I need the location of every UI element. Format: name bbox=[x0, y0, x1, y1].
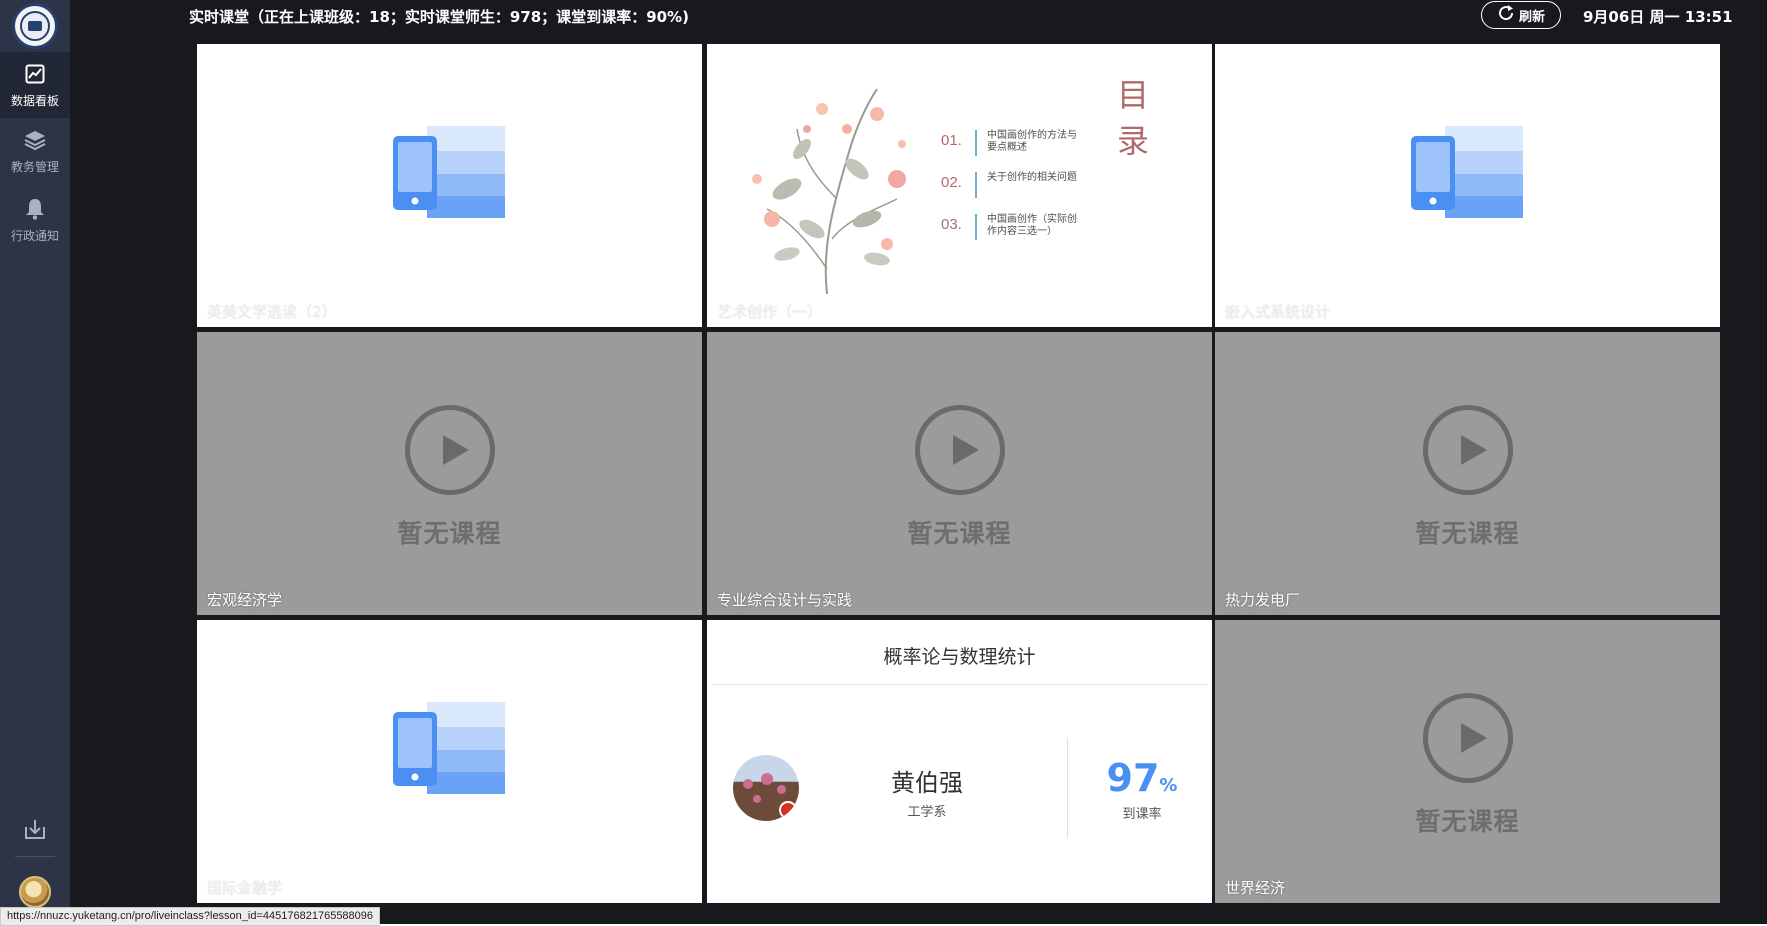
play-triangle bbox=[443, 435, 469, 465]
slide-title: 目 录 bbox=[1117, 76, 1158, 160]
blossom bbox=[743, 779, 753, 789]
bell-icon bbox=[23, 197, 47, 221]
attendance-rate-unit: % bbox=[1159, 775, 1178, 796]
sidebar: 数据看板 教务管理 行政通知 bbox=[0, 0, 70, 924]
play-icon bbox=[1423, 405, 1513, 495]
toc-item: 02. 关于创作的相关问题 bbox=[941, 172, 1082, 198]
course-tile[interactable]: 国际金融学 bbox=[197, 620, 702, 903]
university-seal-icon[interactable] bbox=[12, 3, 58, 49]
course-tile[interactable]: 英美文学选读（2） bbox=[197, 44, 702, 327]
blossom bbox=[777, 785, 786, 794]
toc-bar bbox=[975, 214, 977, 240]
course-title: 概率论与数理统计 bbox=[883, 646, 1036, 668]
blossom bbox=[761, 773, 773, 785]
course-tile[interactable]: 暂无课程 热力发电厂 bbox=[1215, 332, 1720, 615]
no-course-text: 暂无课程 bbox=[1415, 519, 1520, 548]
teacher-name: 黄伯强 bbox=[891, 769, 963, 797]
layers-icon bbox=[23, 128, 47, 152]
no-course-text: 暂无课程 bbox=[907, 519, 1012, 548]
sidebar-item-label: 行政通知 bbox=[10, 228, 59, 243]
card-vertical-divider bbox=[1067, 738, 1068, 838]
tile-caption: 国际金融学 bbox=[207, 879, 283, 897]
datetime: 9月06日 周一 13:51 bbox=[1583, 8, 1733, 26]
document-icon bbox=[393, 126, 505, 218]
toc-text: 中国画创作（实际创作内容三选一） bbox=[987, 214, 1077, 237]
toc-number: 03. bbox=[941, 216, 962, 233]
play-triangle bbox=[953, 435, 979, 465]
seal-inner bbox=[20, 11, 50, 41]
teacher-department: 工学系 bbox=[907, 805, 947, 820]
toc-text: 中国画创作的方法与要点概述 bbox=[987, 130, 1077, 153]
play-icon bbox=[1423, 693, 1513, 783]
refresh-icon bbox=[1497, 4, 1515, 26]
attendance-rate-number: 97 bbox=[1106, 756, 1160, 800]
user-avatar[interactable] bbox=[19, 876, 51, 908]
toc-number: 01. bbox=[941, 132, 962, 149]
attendance-rate-label: 到课率 bbox=[1122, 807, 1162, 822]
tile-caption: 英美文学选读（2） bbox=[207, 303, 337, 321]
toc-text: 关于创作的相关问题 bbox=[987, 172, 1077, 183]
tile-caption: 嵌入式系统设计 bbox=[1225, 303, 1331, 321]
status-bar-url: https://nnuzc.yuketang.cn/pro/liveinclas… bbox=[0, 907, 381, 926]
no-course-text: 暂无课程 bbox=[1415, 807, 1520, 836]
seal-mark bbox=[28, 21, 42, 31]
attendance-rate: 97% bbox=[1087, 756, 1197, 800]
tile-caption: 世界经济 bbox=[1225, 879, 1286, 897]
toc-item: 03. 中国画创作（实际创作内容三选一） bbox=[941, 214, 1082, 240]
play-icon bbox=[405, 405, 495, 495]
tile-caption: 专业综合设计与实践 bbox=[717, 591, 853, 609]
course-tile[interactable]: 嵌入式系统设计 bbox=[1215, 44, 1720, 327]
app-container: 数据看板 教务管理 行政通知 实时课堂（正在上课班级：18；实时课堂师生：978… bbox=[0, 0, 1767, 924]
document-icon bbox=[1411, 126, 1523, 218]
play-triangle bbox=[1461, 723, 1487, 753]
play-triangle bbox=[1461, 435, 1487, 465]
sidebar-divider bbox=[15, 856, 55, 857]
teacher-avatar bbox=[733, 755, 799, 821]
refresh-button[interactable]: 刷新 bbox=[1481, 1, 1561, 29]
sidebar-item-label: 教务管理 bbox=[10, 159, 59, 174]
sidebar-item-label: 数据看板 bbox=[10, 93, 59, 108]
toc-number: 02. bbox=[941, 174, 962, 191]
flower-illustration bbox=[752, 88, 906, 295]
flag-badge-icon bbox=[779, 801, 797, 819]
refresh-label: 刷新 bbox=[1518, 9, 1545, 25]
tile-caption: 热力发电厂 bbox=[1225, 591, 1301, 609]
teacher-card[interactable]: 概率论与数理统计 黄伯强 工学系 97% 到课率 bbox=[707, 620, 1212, 903]
toc-bar bbox=[975, 172, 977, 198]
course-tile[interactable]: 目 录 01. 中国画创作的方法与要点概述 02. 关于创作的相关问题 03. … bbox=[707, 44, 1212, 327]
screen: 数据看板 教务管理 行政通知 实时课堂（正在上课班级：18；实时课堂师生：978… bbox=[0, 0, 1767, 926]
sidebar-item-dashboard[interactable]: 数据看板 bbox=[0, 52, 70, 118]
tile-caption: 艺术创作（一） bbox=[717, 303, 823, 321]
toc-bar bbox=[975, 130, 977, 156]
card-divider bbox=[711, 684, 1208, 685]
course-tile[interactable]: 暂无课程 世界经济 bbox=[1215, 620, 1720, 903]
no-course-text: 暂无课程 bbox=[397, 519, 502, 548]
play-icon bbox=[915, 405, 1005, 495]
tile-caption: 宏观经济学 bbox=[207, 591, 283, 609]
toc-item: 01. 中国画创作的方法与要点概述 bbox=[941, 130, 1082, 156]
sidebar-item-admin-notice[interactable]: 行政通知 bbox=[0, 187, 70, 253]
document-icon bbox=[393, 702, 505, 794]
course-tile[interactable]: 暂无课程 宏观经济学 bbox=[197, 332, 702, 615]
download-icon[interactable] bbox=[22, 816, 48, 842]
course-tile[interactable]: 暂无课程 专业综合设计与实践 bbox=[707, 332, 1212, 615]
sidebar-item-academic-affairs[interactable]: 教务管理 bbox=[0, 118, 70, 184]
blossom bbox=[753, 795, 761, 803]
chart-line-icon bbox=[23, 62, 47, 86]
page-title: 实时课堂（正在上课班级：18；实时课堂师生：978；课堂到课率：90%) bbox=[189, 8, 689, 26]
